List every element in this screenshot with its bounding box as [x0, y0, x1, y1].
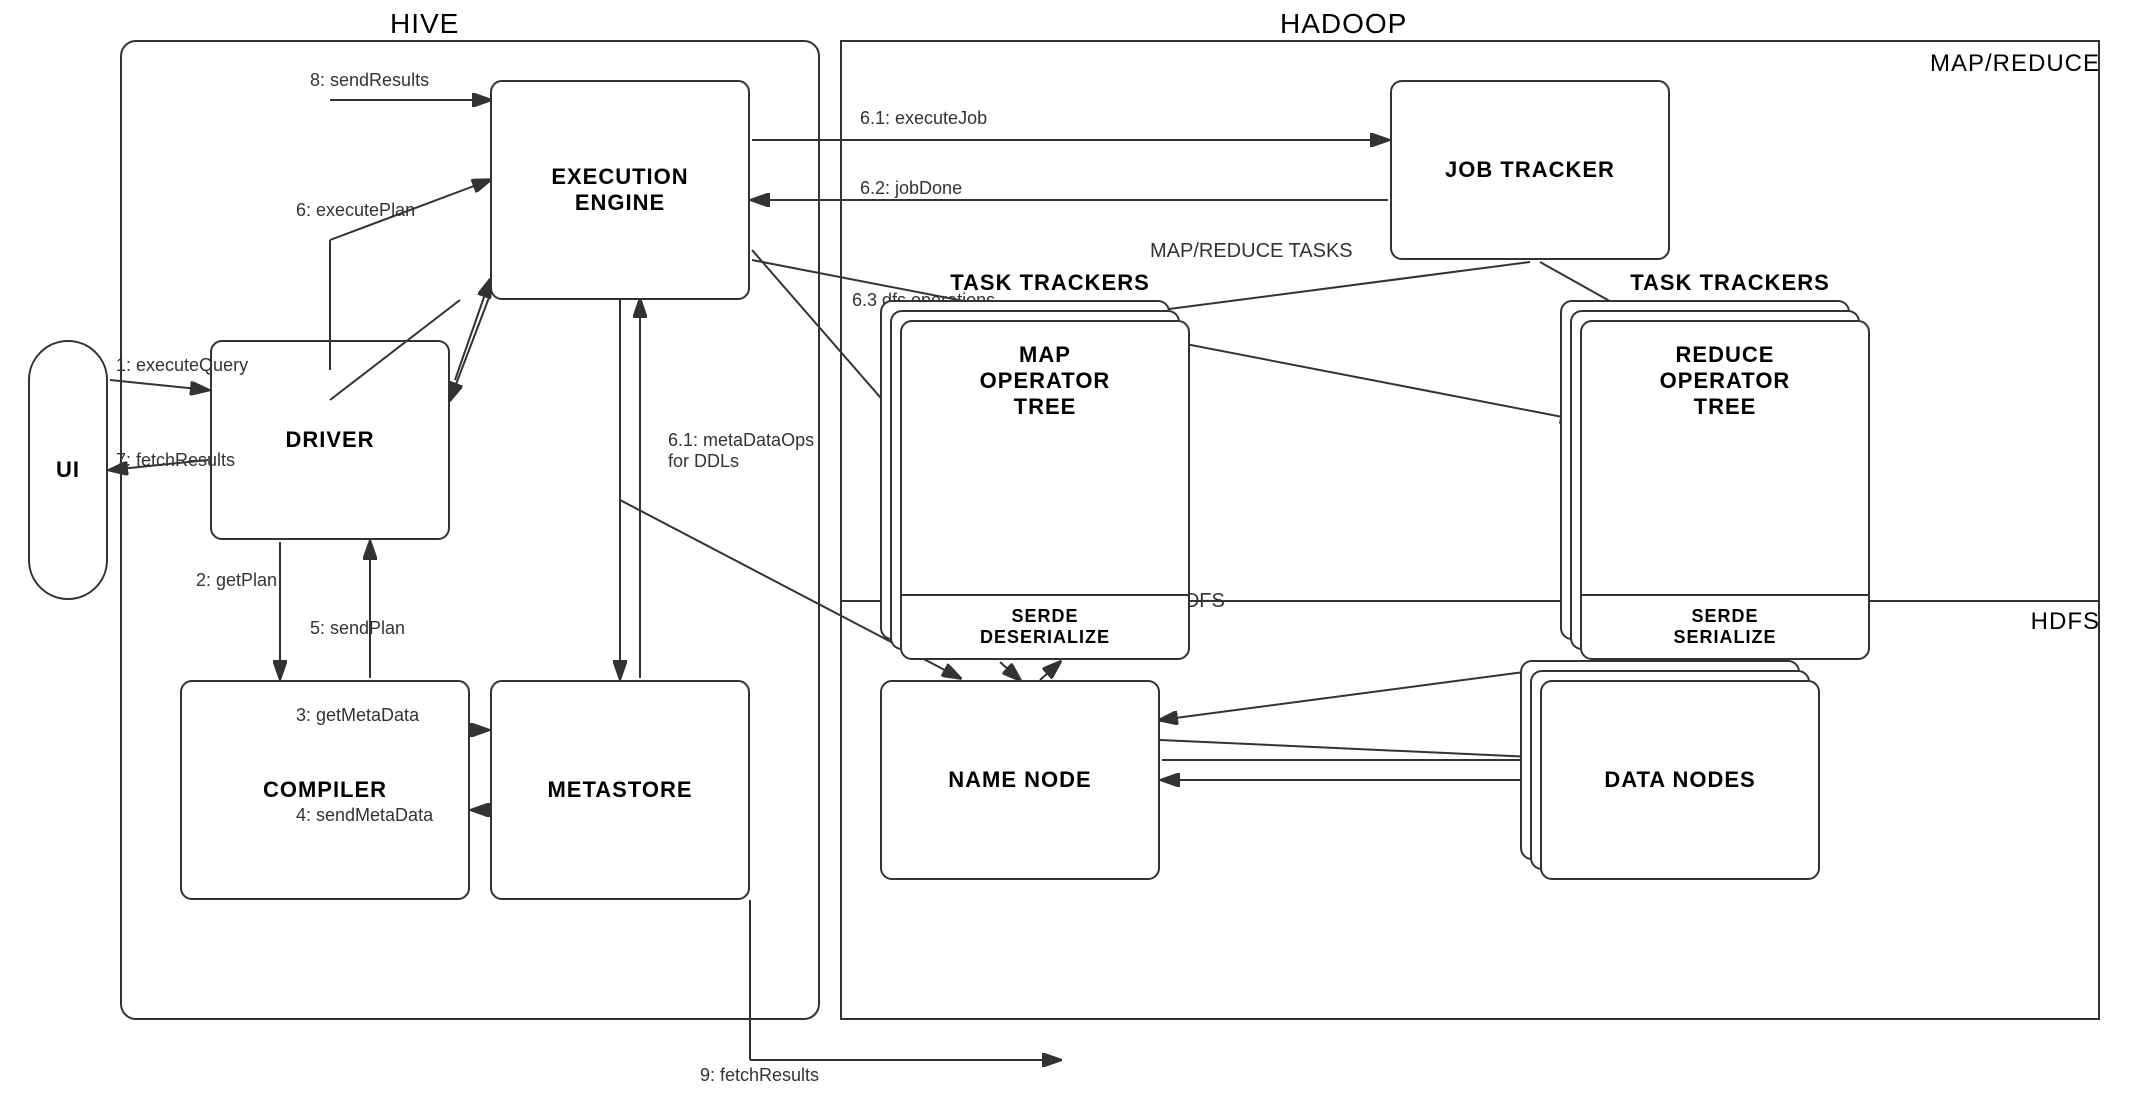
diagram-container: HIVE HADOOP MAP/REDUCE HDFS UI DRIVER CO…	[0, 0, 2132, 1104]
mapreduce-label: MAP/REDUCE	[1930, 50, 2100, 78]
label-3: 3: getMetaData	[296, 705, 419, 726]
data-nodes-group: DATA NODES	[1540, 680, 1820, 880]
task-trackers-reduce-group: REDUCEOPERATORTREE SERDESERIALIZE	[1580, 320, 1870, 660]
ui-box: UI	[28, 340, 108, 600]
metastore-box: METASTORE	[490, 680, 750, 900]
job-tracker-box: JOB TRACKER	[1390, 80, 1670, 260]
label-8: 8: sendResults	[310, 70, 429, 91]
label-1: 1: executeQuery	[116, 355, 248, 376]
label-4: 4: sendMetaData	[296, 805, 433, 826]
hive-label: HIVE	[390, 8, 459, 40]
label-7: 7: fetchResults	[116, 450, 235, 471]
label-6: 6: executePlan	[296, 200, 415, 221]
name-node-group: NAME NODE	[880, 680, 1160, 880]
hdfs-label: HDFS	[2031, 608, 2100, 636]
label-6-1-execute: 6.1: executeJob	[860, 108, 987, 129]
label-9: 9: fetchResults	[700, 1065, 819, 1086]
label-2: 2: getPlan	[196, 570, 277, 591]
task-trackers-map-group: MAPOPERATORTREE SERDEDESERIALIZE	[900, 320, 1190, 660]
label-5: 5: sendPlan	[310, 618, 405, 639]
label-6-2: 6.2: jobDone	[860, 178, 962, 199]
execution-engine-box: EXECUTIONENGINE	[490, 80, 750, 300]
label-map-reduce-tasks: MAP/REDUCE TASKS	[1150, 240, 1353, 263]
hadoop-label: HADOOP	[1280, 8, 1407, 40]
label-6-1-meta: 6.1: metaDataOpsfor DDLs	[668, 430, 814, 472]
